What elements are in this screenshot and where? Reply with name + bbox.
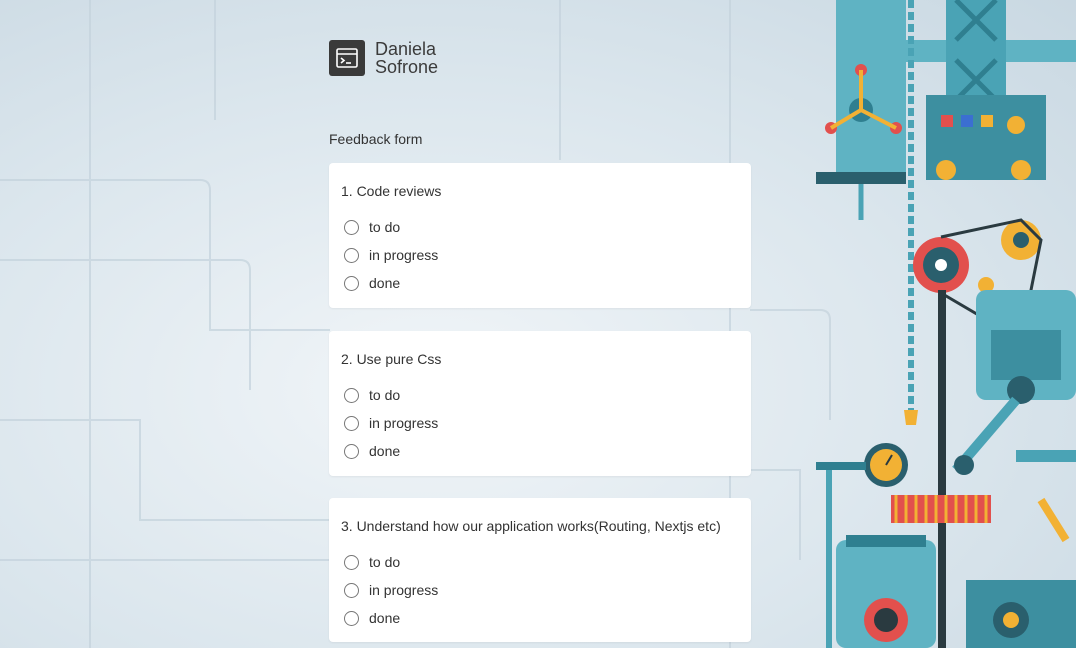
question-label: 1. Code reviews [341, 183, 442, 199]
option-label: to do [369, 554, 401, 570]
radio-button[interactable] [344, 610, 359, 626]
brand-last-name: Sofrone [375, 57, 439, 77]
radio-button[interactable] [344, 219, 359, 235]
question-card-3: 3. Understand how our application works(… [329, 498, 751, 642]
option-label: to do [369, 219, 401, 235]
option-label: to do [369, 387, 401, 403]
option-to-do[interactable]: to do [341, 213, 739, 241]
radio-button[interactable] [344, 387, 359, 403]
radio-button[interactable] [344, 443, 359, 459]
option-label: in progress [369, 415, 439, 431]
question-label: 2. Use pure Css [341, 351, 442, 367]
radio-button[interactable] [344, 247, 359, 263]
form-title: Feedback form [329, 131, 423, 147]
option-in-progress[interactable]: in progress [341, 241, 739, 269]
terminal-icon [329, 40, 365, 76]
option-label: done [369, 610, 401, 626]
option-done[interactable]: done [341, 604, 739, 632]
question-label: 3. Understand how our application works(… [341, 518, 721, 534]
brand-name: Daniela Sofrone [375, 40, 438, 76]
radio-button[interactable] [344, 275, 359, 291]
option-to-do[interactable]: to do [341, 548, 739, 576]
brand: Daniela Sofrone [329, 40, 438, 76]
question-card-1: 1. Code reviews to do in progress done [329, 163, 751, 308]
option-label: done [369, 275, 401, 291]
brand-first-name: Daniela [375, 39, 437, 59]
option-done[interactable]: done [341, 269, 739, 297]
machine-illustration [816, 0, 1076, 648]
radio-button[interactable] [344, 415, 359, 431]
radio-button[interactable] [344, 554, 359, 570]
option-in-progress[interactable]: in progress [341, 409, 739, 437]
question-card-2: 2. Use pure Css to do in progress done [329, 331, 751, 476]
option-label: done [369, 443, 401, 459]
option-done[interactable]: done [341, 437, 739, 465]
option-label: in progress [369, 247, 439, 263]
radio-button[interactable] [344, 582, 359, 598]
option-in-progress[interactable]: in progress [341, 576, 739, 604]
option-label: in progress [369, 582, 439, 598]
option-to-do[interactable]: to do [341, 381, 739, 409]
